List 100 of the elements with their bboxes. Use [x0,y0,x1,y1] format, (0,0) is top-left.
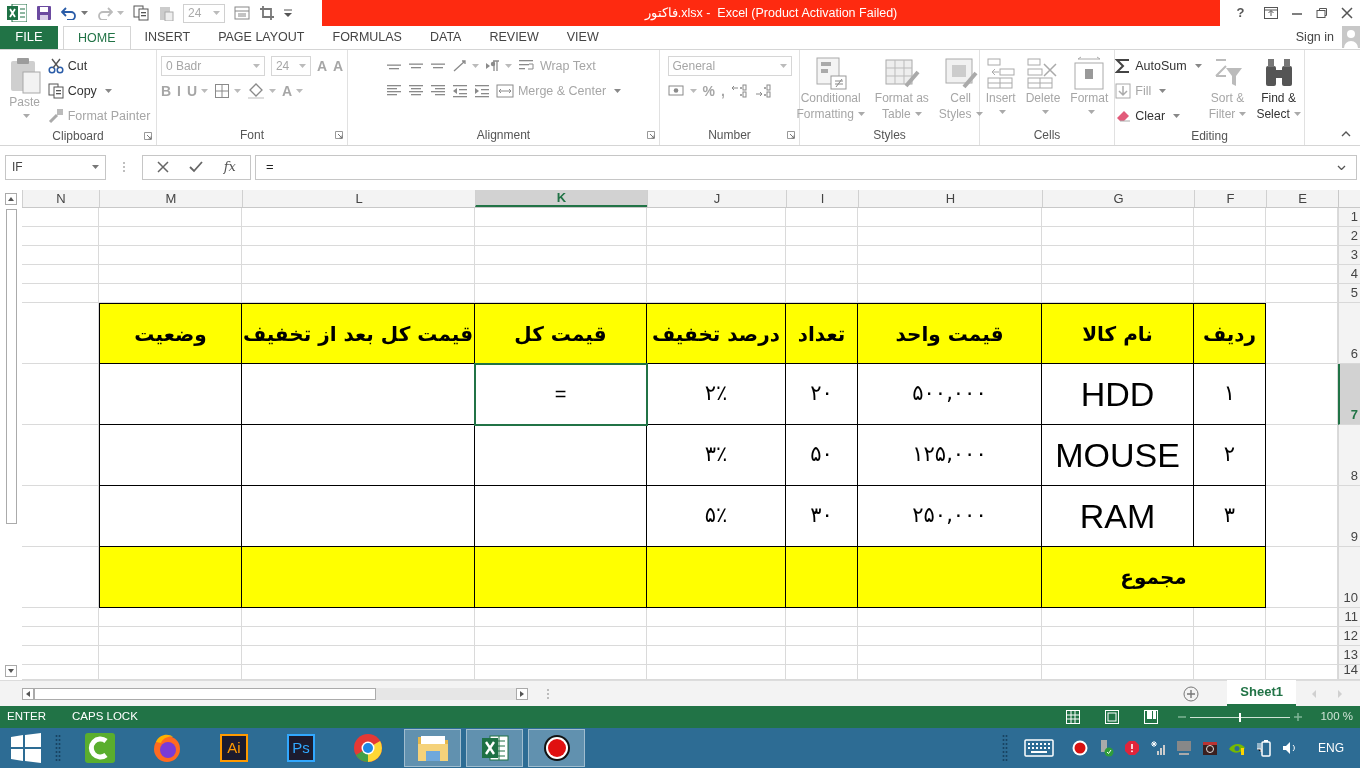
record-icon[interactable] [1072,740,1088,756]
sheet-cell[interactable] [475,227,647,246]
cancel-icon[interactable] [157,161,170,173]
row-header[interactable]: 8 [1338,425,1360,486]
network-icon[interactable] [1150,740,1166,756]
sheet-cell[interactable] [99,627,242,646]
row-header[interactable]: 9 [1338,486,1360,547]
sheet-cell[interactable] [242,646,475,665]
sheet-cell[interactable] [22,284,99,303]
launcher-icon[interactable] [335,131,343,139]
sheet-cell[interactable] [786,246,858,265]
sheet-cell[interactable] [1194,208,1266,227]
ribbon-button[interactable]: Cut [47,56,88,76]
sheet-cell[interactable] [786,208,858,227]
name-box[interactable]: IF [5,154,106,180]
table-cell[interactable]: = [475,364,647,425]
slider-thumb[interactable] [1239,712,1242,722]
column-header[interactable]: N [22,190,99,207]
ribbon-tab[interactable]: HOME [63,26,131,49]
sheet-cell[interactable] [22,646,99,665]
sheet-cell[interactable] [647,265,786,284]
collapse-icon[interactable] [1341,131,1351,137]
sheet-cell[interactable] [22,265,99,284]
sheet-cell[interactable] [858,608,1042,627]
add-sheet-icon[interactable] [1183,685,1200,702]
sheet-cell[interactable] [647,208,786,227]
taskbar-button[interactable]: Ai [203,729,265,767]
sheet-cell[interactable] [1042,627,1194,646]
column-header[interactable]: G [1042,190,1194,207]
sheet-cell[interactable] [475,265,647,284]
sheet-cell[interactable] [22,208,99,227]
sheet-cell[interactable] [475,608,647,627]
formula-field[interactable]: = [255,154,1357,180]
sheet-cell[interactable] [242,246,475,265]
zoom-level[interactable]: 100 % [1320,708,1353,726]
sheet-cell[interactable] [99,265,242,284]
column-header[interactable]: I [786,190,858,207]
insert-function-button[interactable]: fx [223,157,236,177]
sign-in-link[interactable]: Sign in [1295,27,1334,47]
column-header[interactable]: H [858,190,1042,207]
ribbon-tab[interactable]: REVIEW [475,26,553,49]
sheet-cell[interactable] [647,246,786,265]
sheet-cell[interactable] [242,208,475,227]
row-header[interactable]: 14 [1338,665,1360,680]
row-header[interactable]: 2 [1338,227,1360,246]
taskbar-button[interactable]: Ps [270,729,332,767]
scroll-down-icon[interactable] [5,665,17,677]
scroll-up-icon[interactable] [5,193,17,205]
column-header[interactable]: M [99,190,242,207]
sheet-cell[interactable] [858,627,1042,646]
launcher-icon[interactable] [787,131,795,139]
sheet-cell[interactable] [786,265,858,284]
sheet-cell[interactable] [647,627,786,646]
sheet-cell[interactable] [1194,646,1266,665]
ribbon-tab[interactable]: DATA [415,26,476,49]
sheet-cell[interactable] [22,608,99,627]
sheet-cell[interactable] [475,208,647,227]
sheet-cell[interactable] [22,227,99,246]
sheet-cell[interactable] [1194,265,1266,284]
sheet-cell[interactable] [1042,608,1194,627]
column-header[interactable]: K [475,190,647,207]
sheet-cell[interactable] [22,246,99,265]
scroll-thumb[interactable] [34,687,376,700]
sheet-cell[interactable] [1042,246,1194,265]
taskbar-button[interactable] [528,729,585,767]
sheet-cell[interactable] [858,265,1042,284]
zoom-in-icon[interactable] [1294,713,1303,721]
row-header[interactable]: 7 [1338,364,1360,425]
sheet-cell[interactable] [99,608,242,627]
sheet-cell[interactable] [1194,608,1266,627]
restore-icon[interactable] [1316,7,1329,19]
sheet-cell[interactable] [22,627,99,646]
table-cell[interactable] [475,486,647,547]
ribbon-button[interactable]: Clear [1115,106,1181,126]
row-header[interactable]: 5 [1338,284,1360,303]
row-header[interactable]: 1 [1338,208,1360,227]
launcher-icon[interactable] [647,131,655,139]
column-header[interactable]: J [647,190,786,207]
ribbon-tab[interactable]: FORMULAS [318,26,416,49]
sheet-cell[interactable] [99,246,242,265]
ribbon-display-icon[interactable] [1263,7,1278,19]
monitor-icon[interactable] [1176,740,1192,756]
sheet-cell[interactable] [786,627,858,646]
ribbon-button[interactable]: Find & Select [1253,56,1304,122]
sheet-cell[interactable] [475,627,647,646]
sheet-cell[interactable] [99,227,242,246]
check-icon[interactable] [189,161,204,173]
sheet-cell[interactable] [1042,227,1194,246]
sheet-cell[interactable] [1194,627,1266,646]
scroll-left-icon[interactable] [22,687,34,700]
sheet-cell[interactable] [1042,646,1194,665]
usb-icon[interactable] [1098,739,1114,757]
ribbon-button[interactable]: AutoSum [1115,56,1202,76]
sheet-cell[interactable] [786,646,858,665]
row-header[interactable]: 12 [1338,627,1360,646]
file-tab[interactable]: FILE [0,26,58,49]
sheet-cell[interactable] [1194,227,1266,246]
sheet-cell[interactable] [242,627,475,646]
sheet-cell[interactable] [99,208,242,227]
ribbon-tab[interactable]: PAGE LAYOUT [204,26,319,49]
